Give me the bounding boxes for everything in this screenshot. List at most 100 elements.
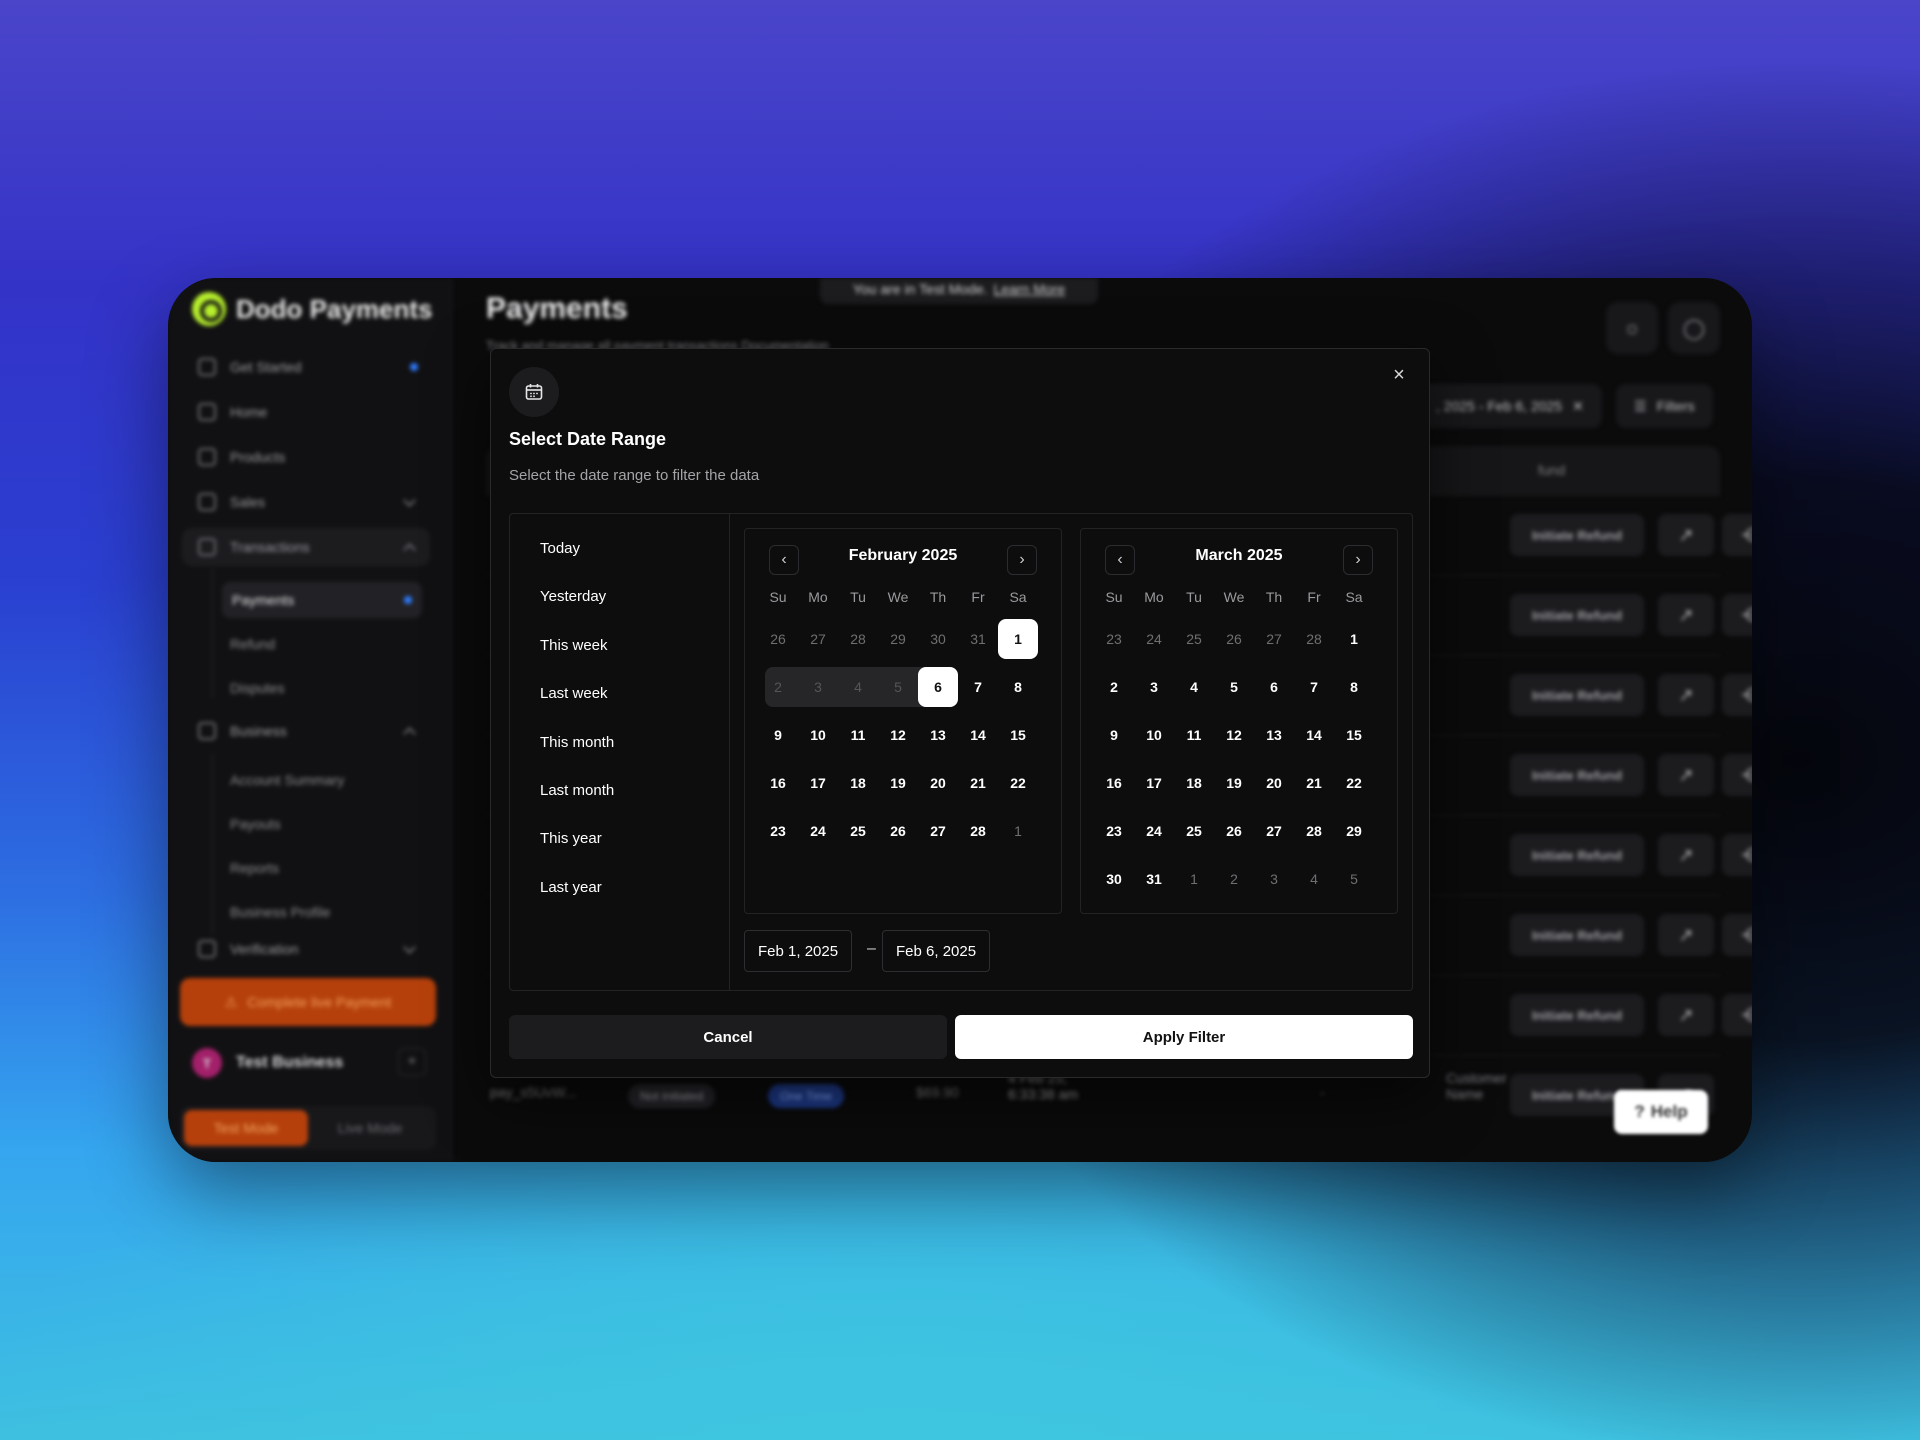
calendar-day[interactable]: 5	[1214, 667, 1254, 707]
business-switcher[interactable]: T Test Business	[192, 1048, 343, 1078]
preset-last-year[interactable]: Last year	[540, 879, 602, 896]
preset-this-year[interactable]: This year	[540, 830, 602, 847]
calendar-day[interactable]: 2	[1094, 667, 1134, 707]
calendar-day[interactable]: 8	[998, 667, 1038, 707]
calendar-day[interactable]: 24	[1134, 811, 1174, 851]
open-link-icon[interactable]: ↗	[1658, 754, 1714, 796]
calendar-day[interactable]: 5	[878, 667, 918, 707]
initiate-refund-button[interactable]: Initiate Refund	[1510, 514, 1644, 556]
calendar-day[interactable]: 28	[958, 811, 998, 851]
close-button[interactable]: ×	[1387, 363, 1411, 387]
open-link-icon[interactable]: ↗	[1658, 994, 1714, 1036]
share-icon[interactable]: ⋲	[1722, 674, 1752, 716]
profile-button[interactable]: ◯	[1668, 302, 1720, 354]
open-link-icon[interactable]: ↗	[1658, 914, 1714, 956]
calendar-day[interactable]: 19	[1214, 763, 1254, 803]
calendar-day[interactable]: 9	[1094, 715, 1134, 755]
calendar-day[interactable]: 28	[1294, 619, 1334, 659]
calendar-day[interactable]: 27	[918, 811, 958, 851]
calendar-day[interactable]: 25	[1174, 811, 1214, 851]
next-month-button[interactable]: ›	[1007, 545, 1037, 575]
apply-filter-button[interactable]: Apply Filter	[955, 1015, 1413, 1059]
initiate-refund-button[interactable]: Initiate Refund	[1510, 994, 1644, 1036]
preset-last-month[interactable]: Last month	[540, 782, 614, 799]
sidebar-item-payouts[interactable]: Payouts	[230, 816, 281, 832]
initiate-refund-button[interactable]: Initiate Refund	[1510, 674, 1644, 716]
calendar-day[interactable]: 15	[998, 715, 1038, 755]
share-icon[interactable]: ⋲	[1722, 994, 1752, 1036]
calendar-day[interactable]: 26	[878, 811, 918, 851]
sidebar-item-get-started[interactable]: Get Started	[182, 348, 430, 386]
calendar-day[interactable]: 31	[1134, 859, 1174, 899]
share-icon[interactable]: ⋲	[1722, 914, 1752, 956]
calendar-day[interactable]: 2	[1214, 859, 1254, 899]
calendar-day-selected[interactable]: 6	[918, 667, 958, 707]
calendar-day[interactable]: 23	[758, 811, 798, 851]
open-link-icon[interactable]: ↗	[1658, 594, 1714, 636]
share-icon[interactable]: ⋲	[1722, 834, 1752, 876]
calendar-day[interactable]: 20	[1254, 763, 1294, 803]
calendar-day[interactable]: 9	[758, 715, 798, 755]
calendar-day[interactable]: 28	[838, 619, 878, 659]
calendar-day[interactable]: 21	[958, 763, 998, 803]
live-mode-tab[interactable]: Live Mode	[308, 1110, 432, 1146]
calendar-day[interactable]: 8	[1334, 667, 1374, 707]
sidebar-item-refund[interactable]: Refund	[230, 636, 275, 652]
calendar-day-selected[interactable]: 1	[998, 619, 1038, 659]
calendar-day[interactable]: 13	[918, 715, 958, 755]
calendar-day[interactable]: 17	[1134, 763, 1174, 803]
calendar-day[interactable]: 25	[1174, 619, 1214, 659]
calendar-day[interactable]: 12	[878, 715, 918, 755]
close-icon[interactable]: ✕	[1572, 398, 1584, 415]
calendar-day[interactable]: 23	[1094, 619, 1134, 659]
preset-yesterday[interactable]: Yesterday	[540, 588, 606, 605]
calendar-day[interactable]: 31	[958, 619, 998, 659]
calendar-day[interactable]: 11	[838, 715, 878, 755]
next-month-button[interactable]: ›	[1343, 545, 1373, 575]
calendar-day[interactable]: 4	[1294, 859, 1334, 899]
share-icon[interactable]: ⋲	[1722, 594, 1752, 636]
learn-more-link[interactable]: Learn More	[994, 281, 1066, 297]
sidebar-item-business-profile[interactable]: Business Profile	[230, 904, 330, 920]
sidebar-item-reports[interactable]: Reports	[230, 860, 279, 876]
add-business-button[interactable]: +	[398, 1048, 426, 1076]
initiate-refund-button[interactable]: Initiate Refund	[1510, 834, 1644, 876]
calendar-day[interactable]: 7	[958, 667, 998, 707]
calendar-day[interactable]: 14	[1294, 715, 1334, 755]
calendar-day[interactable]: 25	[838, 811, 878, 851]
prev-month-button[interactable]: ‹	[1105, 545, 1135, 575]
sidebar-item-verification[interactable]: Verification	[182, 930, 430, 968]
calendar-day[interactable]: 18	[838, 763, 878, 803]
prev-month-button[interactable]: ‹	[769, 545, 799, 575]
sidebar-item-products[interactable]: Products	[182, 438, 430, 476]
cancel-button[interactable]: Cancel	[509, 1015, 947, 1059]
sidebar-item-disputes[interactable]: Disputes	[230, 680, 284, 696]
theme-toggle-button[interactable]: ☼	[1606, 302, 1658, 354]
preset-today[interactable]: Today	[540, 540, 580, 557]
open-link-icon[interactable]: ↗	[1658, 514, 1714, 556]
sidebar-item-sales[interactable]: Sales	[182, 483, 430, 521]
calendar-day[interactable]: 3	[798, 667, 838, 707]
calendar-day[interactable]: 10	[798, 715, 838, 755]
initiate-refund-button[interactable]: Initiate Refund	[1510, 754, 1644, 796]
test-mode-tab[interactable]: Test Mode	[184, 1110, 308, 1146]
calendar-day[interactable]: 13	[1254, 715, 1294, 755]
calendar-day[interactable]: 26	[758, 619, 798, 659]
calendar-day[interactable]: 21	[1294, 763, 1334, 803]
calendar-day[interactable]: 22	[998, 763, 1038, 803]
calendar-day[interactable]: 27	[1254, 811, 1294, 851]
sidebar-item-account-summary[interactable]: Account Summary	[230, 772, 344, 788]
calendar-day[interactable]: 16	[1094, 763, 1134, 803]
date-range-chip[interactable]: , 2025 - Feb 6, 2025 ✕	[1418, 384, 1602, 428]
calendar-day[interactable]: 20	[918, 763, 958, 803]
calendar-day[interactable]: 15	[1334, 715, 1374, 755]
calendar-day[interactable]: 24	[798, 811, 838, 851]
preset-this-month[interactable]: This month	[540, 734, 614, 751]
sidebar-item-business[interactable]: Business	[182, 712, 430, 750]
calendar-day[interactable]: 10	[1134, 715, 1174, 755]
sidebar-item-payments[interactable]: Payments	[222, 582, 422, 618]
calendar-day[interactable]: 18	[1174, 763, 1214, 803]
calendar-day[interactable]: 27	[798, 619, 838, 659]
help-button[interactable]: ? Help	[1614, 1090, 1708, 1134]
calendar-day[interactable]: 22	[1334, 763, 1374, 803]
